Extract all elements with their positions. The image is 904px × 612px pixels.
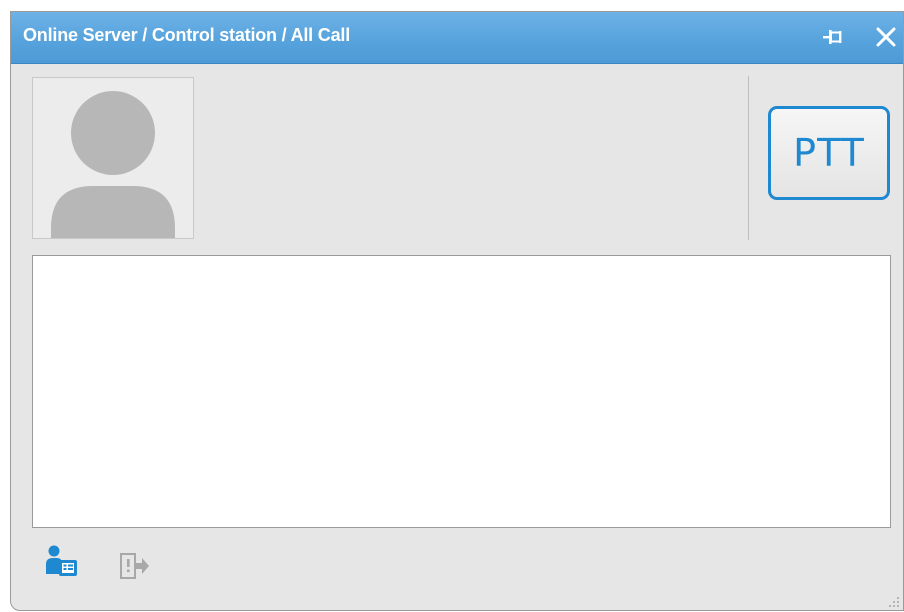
close-button[interactable]: [873, 24, 899, 50]
resize-grip[interactable]: [888, 595, 900, 607]
pin-button[interactable]: [819, 24, 845, 50]
exit-button[interactable]: [119, 552, 151, 580]
person-placeholder-icon: [51, 91, 175, 238]
exit-icon: [120, 553, 149, 579]
contacts-icon: [46, 545, 77, 576]
vertical-divider: [748, 76, 749, 240]
ptt-label: PTT: [793, 131, 865, 175]
avatar: [32, 77, 194, 239]
title-bar[interactable]: Online Server / Control station / All Ca…: [11, 12, 903, 64]
close-icon: [876, 27, 896, 47]
call-window: Online Server / Control station / All Ca…: [10, 11, 904, 611]
ptt-button[interactable]: PTT: [768, 106, 890, 200]
window-title: Online Server / Control station / All Ca…: [23, 25, 350, 45]
resize-grip-icon: [889, 597, 899, 607]
pin-icon: [823, 30, 842, 44]
contacts-button[interactable]: [45, 544, 81, 580]
message-area[interactable]: [32, 255, 891, 528]
